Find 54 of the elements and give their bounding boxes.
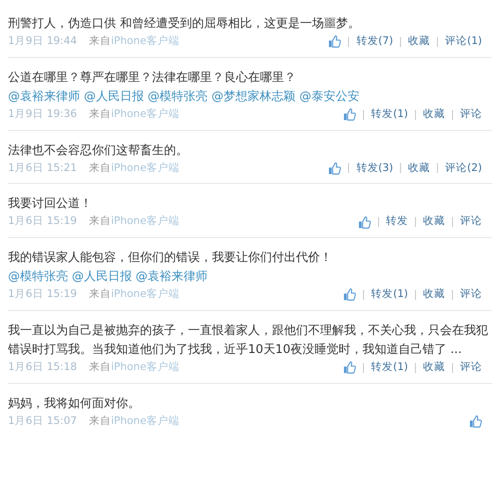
source-label: 来自 [88, 214, 111, 230]
post-text: 刑警打人，伪造口供 和曾经遭受到的屈辱相比，这更是一场噩梦。 [8, 15, 361, 32]
thumbs-up-icon[interactable] [328, 35, 342, 48]
post-text: 我的错误家人能包容，但你们的错误，我要让你们付出代价！ @模特张亮 @人民日报 @袁裕来律师 [8, 249, 333, 285]
source-label: 来自 [88, 287, 111, 302]
mention-link[interactable]: @泰安公安 [295, 88, 360, 103]
thumbs-up-icon[interactable] [328, 162, 342, 175]
mention-link[interactable]: @人民日报 [68, 269, 132, 283]
action-link[interactable]: 评论 [460, 106, 482, 122]
action-link[interactable]: 收藏 [423, 360, 445, 376]
post-text: 妈妈，我将如何面对你。 [8, 394, 141, 412]
post-text: 法律也不会容忍你们这帮畜生的。 [8, 142, 189, 158]
action-link[interactable]: 收藏 [408, 160, 430, 176]
mention-link[interactable]: @人民日报 [80, 88, 144, 103]
action-link[interactable]: 转发 [386, 214, 408, 230]
action-link[interactable]: 评论 [460, 360, 482, 376]
thumbs-up-icon[interactable] [343, 108, 356, 122]
action-link[interactable]: 转发(1) [371, 287, 408, 303]
action-link[interactable]: 收藏 [408, 34, 430, 50]
post-text: 我要讨回公道！ [8, 195, 93, 212]
mention-link[interactable]: @梦想家林志颖 [208, 88, 296, 103]
post-time: 1月6日 15:19 [8, 214, 77, 230]
post-time: 1月6日 15:18 [8, 360, 77, 375]
action-link[interactable]: 评论 [460, 287, 482, 303]
post-time: 1月9日 19:44 [8, 34, 77, 49]
action-link[interactable]: 收藏 [423, 106, 445, 122]
post-time: 1月6日 15:19 [8, 287, 77, 302]
mention-link[interactable]: @模特张亮 [144, 88, 208, 103]
source-label: 来自 [88, 34, 111, 49]
mention-link[interactable]: @模特张亮 [8, 269, 68, 283]
source-label: 来自 [88, 106, 111, 122]
action-link[interactable]: 收藏 [423, 214, 445, 230]
source-label: 来自 [88, 414, 111, 428]
action-link[interactable]: 评论(1) [445, 34, 482, 50]
thumbs-up-icon[interactable] [343, 361, 356, 374]
thumbs-up-icon[interactable] [343, 288, 356, 302]
post-time: 1月6日 15:07 [8, 414, 77, 428]
source-label: 来自 [88, 160, 111, 176]
mention-link[interactable]: @袁裕来律师 [8, 88, 80, 103]
post-text: 公道在哪里？尊严在哪里？法律在哪里？良心在哪里？ @袁裕来律师 @人民日报 @模特张亮 @梦想家林志颖 @泰安公安 [8, 68, 360, 105]
thumbs-up-icon[interactable] [358, 216, 371, 229]
action-link[interactable]: 收藏 [423, 287, 445, 303]
action-link[interactable]: 转发(3) [356, 160, 394, 176]
action-link[interactable]: 转发(7) [356, 34, 394, 50]
post-time: 1月9日 19:36 [8, 106, 77, 122]
mention-link[interactable]: @袁裕来律师 [132, 269, 208, 283]
action-link[interactable]: 转发(1) [371, 106, 408, 122]
action-link[interactable]: 评论 [460, 214, 482, 230]
source-label: 来自 [88, 360, 111, 375]
post-time: 1月6日 15:21 [8, 160, 77, 176]
action-link[interactable]: 转发(1) [371, 360, 408, 376]
thumbs-up-icon[interactable] [469, 414, 482, 428]
action-link[interactable]: 评论(2) [445, 160, 482, 176]
post-text: 我一直以为自己是被抛弃的孩子，一直恨着家人，跟他们不理解我，不关心我，只会在我犯错误时打骂我。当我知道他们为了找我，近乎10天10夜没睡觉时，我知道自己错了 ... [8, 322, 489, 358]
